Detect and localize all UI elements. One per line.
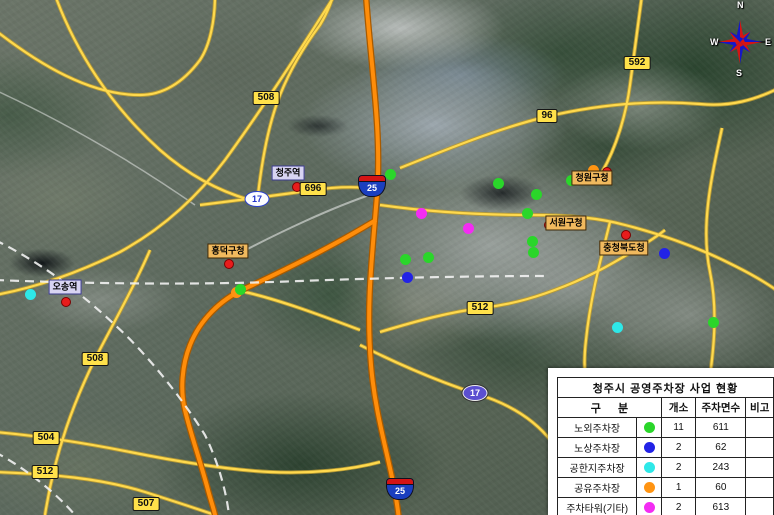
legend-spaces: 613 [696,498,746,515]
place-label-office: 흥덕구청 [207,244,248,259]
legend-note [746,458,774,478]
blue-parking-dot [659,248,670,259]
road-badge-508: 508 [82,352,109,366]
road-badge-592: 592 [624,56,651,70]
compass-w-label: W [710,37,719,47]
cyan-legend-dot [644,462,655,473]
compass-e-label: E [765,37,771,47]
legend-category-name: 공유주차장 [558,478,637,498]
legend-row: 노외주차장 11611 [558,418,774,438]
green-parking-dot [400,254,411,265]
cyan-parking-dot [612,322,623,333]
legend-dot-cell [637,478,662,498]
legend-note [746,498,774,515]
green-parking-dot [385,169,396,180]
compass-n-label: N [737,0,744,10]
legend-row: 공한지주차장 2243 [558,458,774,478]
legend-spaces: 243 [696,458,746,478]
shield-number: 25 [387,485,413,498]
green-parking-dot [493,178,504,189]
compass-s-label: S [736,68,742,78]
legend-category-name: 공한지주차장 [558,458,637,478]
magenta-parking-dot [463,223,474,234]
place-label-office: 청원구청 [571,171,612,186]
magenta-parking-dot [416,208,427,219]
green-parking-dot [531,189,542,200]
place-label-station: 오송역 [49,280,82,295]
green-parking-dot [528,247,539,258]
place-label-office: 서원구청 [545,216,586,231]
legend-dot-cell [637,438,662,458]
map-canvas[interactable]: 508 592 96 696 512 508 504 512 507 17 17 25 25 청주역오송역… [0,0,774,515]
route-oval-17: 17 [463,385,488,401]
road-badge-512: 512 [467,301,494,315]
legend-title: 청주시 공영주차장 사업 현황 [558,378,774,398]
compass-rose: N W E S [710,0,772,88]
legend-category-name: 노외주차장 [558,418,637,438]
road-badge-507: 507 [133,497,160,511]
orange-legend-dot [644,482,655,493]
legend-count: 1 [661,478,695,498]
road-badge-96: 96 [536,109,557,123]
green-parking-dot [423,252,434,263]
legend-header-note: 비고 [746,398,774,418]
green-parking-dot [235,284,246,295]
place-label-station: 청주역 [272,166,305,181]
place-marker-dot [224,259,234,269]
legend-note [746,438,774,458]
legend-dot-cell [637,498,662,515]
legend-panel: 청주시 공영주차장 사업 현황 구 분 개소 주차면수 비고 노외주차장1161… [548,368,774,515]
road-badge-508: 508 [253,91,280,105]
legend-count: 2 [661,438,695,458]
legend-table: 청주시 공영주차장 사업 현황 구 분 개소 주차면수 비고 노외주차장1161… [557,377,774,515]
legend-count: 2 [661,458,695,478]
legend-count: 2 [661,498,695,515]
place-marker-dot [621,230,631,240]
road-badge-512: 512 [32,465,59,479]
legend-spaces: 60 [696,478,746,498]
legend-spaces: 611 [696,418,746,438]
blue-legend-dot [644,442,655,453]
legend-row: 주차타워(기타) 2613 [558,498,774,515]
legend-dot-cell [637,458,662,478]
legend-header-category: 구 분 [558,398,662,418]
shield-number: 25 [359,182,385,195]
legend-dot-cell [637,418,662,438]
green-parking-dot [708,317,719,328]
legend-header-spaces: 주차면수 [696,398,746,418]
legend-category-name: 노상주차장 [558,438,637,458]
legend-category-name: 주차타워(기타) [558,498,637,515]
road-badge-504: 504 [33,431,60,445]
magenta-legend-dot [644,502,655,513]
legend-note [746,418,774,438]
legend-spaces: 62 [696,438,746,458]
green-parking-dot [527,236,538,247]
cyan-parking-dot [25,289,36,300]
legend-count: 11 [661,418,695,438]
legend-row: 노상주차장 262 [558,438,774,458]
green-parking-dot [522,208,533,219]
legend-row: 공유주차장 160 [558,478,774,498]
legend-header-count: 개소 [661,398,695,418]
green-legend-dot [644,422,655,433]
road-badge-696: 696 [300,182,327,196]
blue-parking-dot [402,272,413,283]
legend-note [746,478,774,498]
route-oval-17: 17 [245,191,270,207]
place-label-office: 충청북도청 [599,241,648,256]
place-marker-dot [61,297,71,307]
